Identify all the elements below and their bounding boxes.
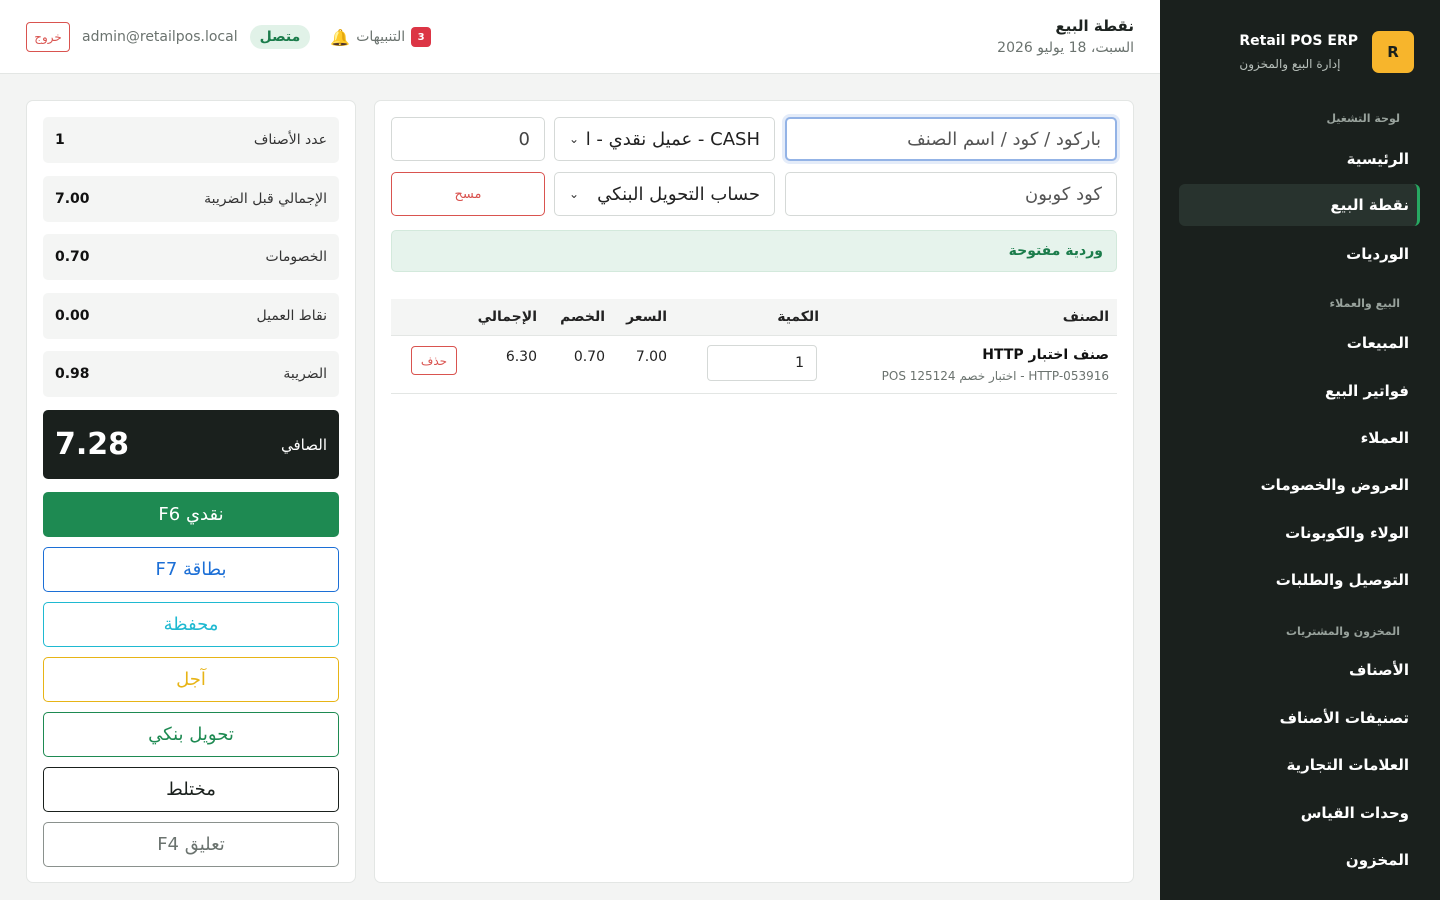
nav-section-inventory: المخزون والمشتريات — [1285, 625, 1400, 638]
sidebar-item-pos[interactable]: نقطة البيع — [1179, 184, 1420, 226]
alerts-count-badge: 3 — [411, 27, 432, 47]
sidebar-item-offers[interactable]: العروض والخصومات — [1179, 464, 1420, 506]
pay-credit-button[interactable]: آجل — [43, 657, 339, 702]
sidebar-item-home[interactable]: الرئيسية — [1179, 138, 1420, 180]
logout-button[interactable]: خروج — [26, 22, 70, 52]
alerts-label: التنبيهات — [356, 29, 406, 45]
summary-points: نقاط العميل 0.00 — [43, 293, 339, 339]
summary-points-label: نقاط العميل — [256, 308, 327, 324]
page-date: السبت، 18 يوليو 2026 — [997, 40, 1134, 56]
col-total: الإجمالي — [477, 309, 537, 325]
summary-tax-label: الضريبة — [283, 366, 327, 382]
sidebar-item-sales-invoices[interactable]: فواتير البيع — [1179, 370, 1420, 412]
summary-points-value: 0.00 — [55, 308, 90, 324]
page-title: نقطة البيع — [1055, 17, 1134, 35]
quantity-value: 1 — [795, 355, 804, 371]
barcode-search-field[interactable] — [785, 117, 1117, 161]
pay-cash-button[interactable]: نقدي F6 — [43, 492, 339, 537]
cart-table-header: الصنف الكمية السعر الخصم الإجمالي — [391, 299, 1117, 336]
net-total-value: 7.28 — [55, 427, 130, 462]
summary-tax: الضريبة 0.98 — [43, 351, 339, 397]
cart-row: صنف اختبار HTTP HTTP-053916 - اختبار خصم… — [391, 337, 1117, 394]
chevron-down-icon: ⌄ — [569, 132, 580, 146]
customer-select[interactable]: CASH - عميل نقدي - ا ⌄ — [554, 117, 775, 161]
cart-item-discount: 0.70 — [573, 349, 605, 365]
sidebar-item-shifts[interactable]: الورديات — [1179, 233, 1420, 275]
sidebar-item-loyalty[interactable]: الولاء والكوبونات — [1179, 512, 1420, 554]
barcode-search-input[interactable] — [787, 119, 1115, 159]
customer-select-value: CASH - عميل نقدي - ا — [585, 128, 760, 150]
summary-items-count-value: 1 — [55, 132, 65, 148]
brand-logo: R — [1372, 31, 1414, 73]
sidebar: R Retail POS ERP إدارة البيع والمخزون لو… — [1160, 0, 1440, 900]
cart-item-code: HTTP-053916 - اختبار خصم POS 125124 — [881, 369, 1109, 383]
amount-field[interactable]: 0 — [391, 117, 545, 161]
bell-icon: 🔔 — [330, 27, 351, 47]
summary-subtotal-label: الإجمالي قبل الضريبة — [204, 191, 327, 207]
col-qty: الكمية — [777, 309, 819, 325]
nav-section-sales-customers: البيع والعملاء — [1329, 297, 1400, 310]
shift-status-text: وردية مفتوحة — [1008, 243, 1103, 259]
summary-subtotal: الإجمالي قبل الضريبة 7.00 — [43, 176, 339, 222]
sidebar-item-brands[interactable]: العلامات التجارية — [1179, 744, 1420, 786]
summary-tax-value: 0.98 — [55, 366, 90, 382]
summary-discounts-value: 0.70 — [55, 249, 90, 265]
pos-panel: CASH - عميل نقدي - ا ⌄ 0 حساب التحويل ال… — [374, 100, 1134, 883]
pay-bank-transfer-button[interactable]: تحويل بنكي — [43, 712, 339, 757]
quantity-input[interactable]: 1 — [707, 345, 817, 381]
sidebar-item-inventory[interactable]: المخزون — [1179, 839, 1420, 881]
summary-items-count-label: عدد الأصناف — [253, 132, 327, 148]
pay-mixed-button[interactable]: مختلط — [43, 767, 339, 812]
brand[interactable]: R Retail POS ERP إدارة البيع والمخزون — [1239, 31, 1414, 73]
sidebar-item-sales[interactable]: المبيعات — [1179, 322, 1420, 364]
coupon-field[interactable] — [785, 172, 1117, 216]
bank-account-select-value: حساب التحويل البنكي — [597, 183, 760, 205]
summary-panel: عدد الأصناف 1 الإجمالي قبل الضريبة 7.00 … — [26, 100, 356, 883]
sidebar-item-item-categories[interactable]: تصنيفات الأصناف — [1179, 697, 1420, 739]
summary-discounts-label: الخصومات — [265, 249, 327, 265]
sidebar-item-customers[interactable]: العملاء — [1179, 417, 1420, 459]
amount-value: 0 — [518, 128, 530, 150]
chevron-down-icon: ⌄ — [569, 187, 580, 201]
shift-status-banner: وردية مفتوحة — [391, 230, 1117, 272]
topbar: نقطة البيع السبت، 18 يوليو 2026 خروج adm… — [0, 0, 1160, 74]
sidebar-item-delivery[interactable]: التوصيل والطلبات — [1179, 559, 1420, 601]
col-discount: الخصم — [560, 309, 605, 325]
coupon-input[interactable] — [786, 173, 1116, 215]
summary-subtotal-value: 7.00 — [55, 191, 90, 207]
user-email: admin@retailpos.local — [82, 29, 238, 45]
bank-account-select[interactable]: حساب التحويل البنكي ⌄ — [554, 172, 775, 216]
clear-button[interactable]: مسح — [391, 172, 545, 216]
pay-wallet-button[interactable]: محفظة — [43, 602, 339, 647]
brand-subtitle: إدارة البيع والمخزون — [1239, 57, 1341, 71]
col-item: الصنف — [1062, 309, 1109, 325]
delete-item-button[interactable]: حذف — [411, 346, 457, 375]
cart-item-price: 7.00 — [635, 349, 667, 365]
brand-name: Retail POS ERP — [1239, 33, 1358, 49]
col-price: السعر — [626, 309, 667, 325]
sidebar-item-items[interactable]: الأصناف — [1179, 649, 1420, 691]
pay-card-button[interactable]: بطاقة F7 — [43, 547, 339, 592]
alerts-button[interactable]: 3 التنبيهات 🔔 — [330, 27, 432, 47]
net-total-box: الصافي 7.28 — [43, 410, 339, 479]
sidebar-item-units[interactable]: وحدات القياس — [1179, 792, 1420, 834]
summary-discounts: الخصومات 0.70 — [43, 234, 339, 280]
cart-item-name: صنف اختبار HTTP — [982, 347, 1109, 363]
cart-item-total: 6.30 — [505, 349, 537, 365]
net-total-label: الصافي — [281, 435, 327, 454]
summary-items-count: عدد الأصناف 1 — [43, 117, 339, 163]
connection-status-badge: متصل — [249, 25, 311, 49]
nav-section-dashboard: لوحة التشغيل — [1326, 112, 1400, 125]
hold-sale-button[interactable]: تعليق F4 — [43, 822, 339, 867]
